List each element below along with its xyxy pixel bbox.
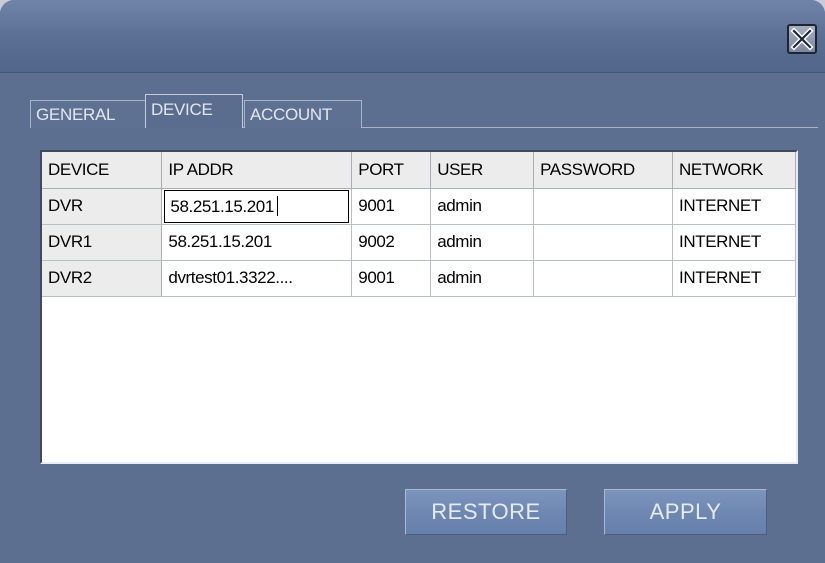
tab-device[interactable]: DEVICE xyxy=(145,94,243,128)
close-x-icon xyxy=(790,27,814,51)
title-bar xyxy=(0,0,825,72)
ip-addr-cell[interactable]: 58.251.15.201 xyxy=(161,224,353,261)
network-cell[interactable]: INTERNET xyxy=(672,260,796,297)
device-name-cell[interactable]: DVR1 xyxy=(42,224,163,261)
column-header-port[interactable]: PORT xyxy=(351,152,432,189)
device-table: DEVICE IP ADDR PORT USER PASSWORD NETWOR… xyxy=(40,150,798,464)
ip-addr-cell[interactable]: 58.251.15.201 xyxy=(161,188,353,225)
table-header-row: DEVICE IP ADDR PORT USER PASSWORD NETWOR… xyxy=(42,152,796,189)
column-header-ip-addr[interactable]: IP ADDR xyxy=(161,152,353,189)
tab-general[interactable]: GENERAL xyxy=(30,100,146,128)
column-header-user[interactable]: USER xyxy=(430,152,535,189)
device-name-cell[interactable]: DVR xyxy=(42,188,163,225)
table-row[interactable]: DVR2 dvrtest01.3322.... 9001 admin INTER… xyxy=(42,260,796,297)
device-settings-window: GENERAL DEVICE ACCOUNT DEVICE IP ADDR PO… xyxy=(0,0,825,563)
device-grid: DEVICE IP ADDR PORT USER PASSWORD NETWOR… xyxy=(42,152,796,297)
user-cell[interactable]: admin xyxy=(430,260,535,297)
user-cell[interactable]: admin xyxy=(430,188,535,225)
network-cell[interactable]: INTERNET xyxy=(672,188,796,225)
table-row[interactable]: DVR 58.251.15.201 9001 admin INTERNET xyxy=(42,188,796,225)
user-cell[interactable]: admin xyxy=(430,224,535,261)
restore-button[interactable]: RESTORE xyxy=(405,489,567,535)
port-cell[interactable]: 9001 xyxy=(351,260,432,297)
table-row[interactable]: DVR1 58.251.15.201 9002 admin INTERNET xyxy=(42,224,796,261)
password-cell[interactable] xyxy=(533,188,674,225)
port-cell[interactable]: 9001 xyxy=(351,188,432,225)
column-header-device[interactable]: DEVICE xyxy=(42,152,163,189)
device-name-cell[interactable]: DVR2 xyxy=(42,260,163,297)
column-header-password[interactable]: PASSWORD xyxy=(533,152,674,189)
title-divider xyxy=(0,72,825,73)
network-cell[interactable]: INTERNET xyxy=(672,224,796,261)
apply-button[interactable]: APPLY xyxy=(604,489,767,535)
ip-addr-edit-field[interactable]: 58.251.15.201 xyxy=(164,189,350,223)
password-cell[interactable] xyxy=(533,224,674,261)
column-header-network[interactable]: NETWORK xyxy=(672,152,796,189)
close-button[interactable] xyxy=(787,24,817,54)
ip-addr-edit-value: 58.251.15.201 xyxy=(170,196,274,216)
ip-addr-cell[interactable]: dvrtest01.3322.... xyxy=(161,260,353,297)
port-cell[interactable]: 9002 xyxy=(351,224,432,261)
password-cell[interactable] xyxy=(533,260,674,297)
text-caret xyxy=(276,195,278,216)
tab-account[interactable]: ACCOUNT xyxy=(244,100,362,128)
